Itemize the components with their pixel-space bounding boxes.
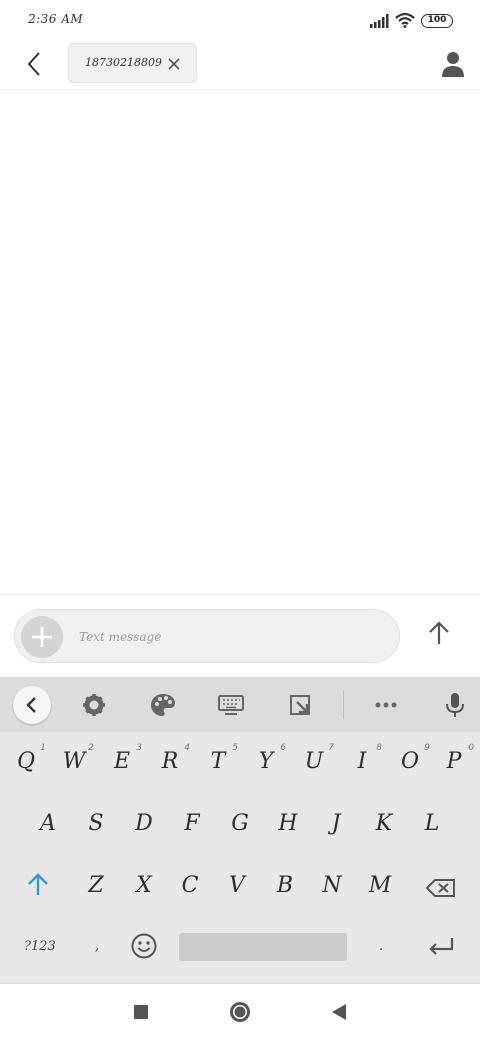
space-bar[interactable] xyxy=(179,933,347,961)
key-t[interactable]: 5T xyxy=(196,737,240,793)
add-attachment-button[interactable] xyxy=(21,616,63,658)
keyboard-toolbar xyxy=(0,677,480,732)
send-button[interactable] xyxy=(424,618,454,648)
key-j[interactable]: J xyxy=(314,799,358,855)
key-w[interactable]: 2W xyxy=(52,737,96,793)
gear-icon[interactable] xyxy=(76,687,112,723)
key-x[interactable]: X xyxy=(122,861,166,917)
symbols-key[interactable]: ?123 xyxy=(24,939,56,954)
key-d[interactable]: D xyxy=(122,799,166,855)
key-f[interactable]: F xyxy=(170,799,214,855)
conversation-header: 18730218809 xyxy=(0,42,480,90)
keyboard: 1Q 2W 3E 4R 5T 6Y 7U 8I 9O 0P A S D F G … xyxy=(0,677,480,983)
navigation-bar xyxy=(0,983,480,1040)
status-time: 2:36 AM xyxy=(28,12,84,26)
key-u[interactable]: 7U xyxy=(292,737,336,793)
back-triangle-icon[interactable] xyxy=(325,998,353,1026)
plus-icon xyxy=(32,627,52,647)
message-input[interactable] xyxy=(79,627,379,647)
key-z[interactable]: Z xyxy=(74,861,118,917)
key-p[interactable]: 0P xyxy=(432,737,476,793)
more-icon[interactable] xyxy=(368,687,404,723)
key-g[interactable]: G xyxy=(218,799,262,855)
key-e[interactable]: 3E xyxy=(100,737,144,793)
message-list[interactable] xyxy=(0,91,480,595)
battery-icon: 100 xyxy=(421,14,453,28)
recents-square-icon[interactable] xyxy=(127,998,155,1026)
compose-bar xyxy=(0,596,480,676)
key-y[interactable]: 6Y xyxy=(244,737,288,793)
close-icon[interactable] xyxy=(166,56,182,72)
recipient-number: 18730218809 xyxy=(85,56,162,69)
key-b[interactable]: B xyxy=(263,861,307,917)
key-i[interactable]: 8I xyxy=(340,737,384,793)
keyboard-icon[interactable] xyxy=(213,687,249,723)
resize-icon[interactable] xyxy=(282,687,318,723)
key-q[interactable]: 1Q xyxy=(4,737,48,793)
period-key[interactable]: . xyxy=(379,939,383,954)
home-circle-icon[interactable] xyxy=(226,998,254,1026)
back-button[interactable] xyxy=(20,48,48,80)
wifi-icon xyxy=(395,12,415,28)
key-c[interactable]: C xyxy=(168,861,212,917)
status-bar: 2:36 AM 100 xyxy=(0,0,480,42)
key-n[interactable]: N xyxy=(310,861,354,917)
key-h[interactable]: H xyxy=(266,799,310,855)
compose-field xyxy=(14,609,400,663)
emoji-icon[interactable] xyxy=(129,931,159,961)
person-icon[interactable] xyxy=(440,50,466,78)
recipient-chip[interactable]: 18730218809 xyxy=(68,43,197,83)
microphone-icon[interactable] xyxy=(437,687,473,723)
collapse-toolbar-button[interactable] xyxy=(13,686,51,724)
key-o[interactable]: 9O xyxy=(388,737,432,793)
key-v[interactable]: V xyxy=(215,861,259,917)
key-a[interactable]: A xyxy=(26,799,70,855)
enter-key[interactable] xyxy=(425,931,457,961)
signal-icon xyxy=(370,14,389,28)
comma-key[interactable]: , xyxy=(95,939,99,954)
key-r[interactable]: 4R xyxy=(148,737,192,793)
toolbar-divider xyxy=(343,691,344,719)
palette-icon[interactable] xyxy=(145,687,181,723)
key-s[interactable]: S xyxy=(74,799,118,855)
chevron-left-icon xyxy=(26,697,36,713)
key-m[interactable]: M xyxy=(358,861,402,917)
key-l[interactable]: L xyxy=(410,799,454,855)
backspace-key[interactable] xyxy=(424,871,458,905)
shift-key[interactable] xyxy=(20,867,56,903)
key-k[interactable]: K xyxy=(362,799,406,855)
